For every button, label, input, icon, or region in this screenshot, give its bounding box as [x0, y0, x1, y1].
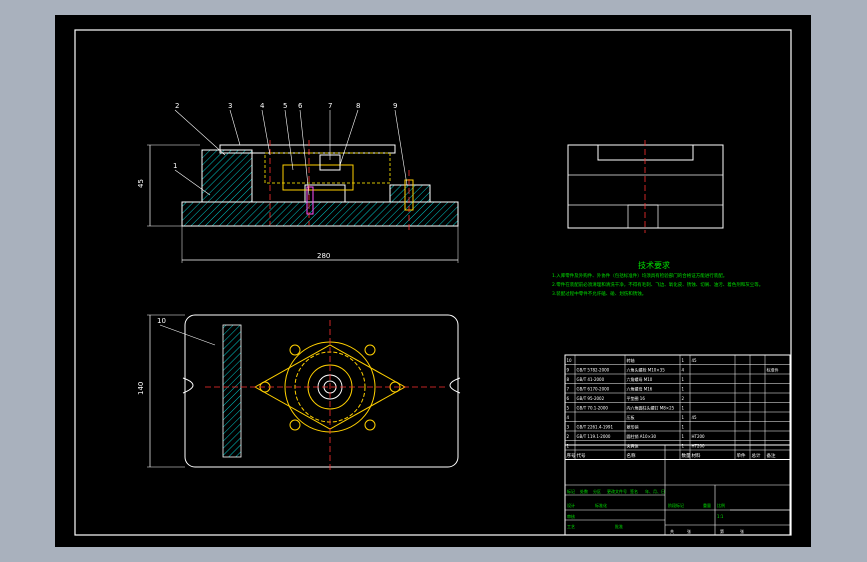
bom-header-cell: 备注: [767, 452, 776, 459]
dim-width: 140: [137, 382, 145, 395]
tb-label2-1: 标准化: [595, 502, 607, 508]
bom-cell-no: 3: [567, 425, 570, 430]
bom-cell-material: 45: [692, 415, 698, 420]
bom-cell-code: GB/T 70.1-2000: [577, 406, 609, 411]
tb-sheet-3: 张: [740, 528, 744, 534]
bom-cell-name: 内六角圆柱头螺钉 M8×25: [627, 405, 675, 411]
balloon-6: 6: [298, 102, 303, 110]
bom-cell-no: 6: [567, 396, 570, 401]
bom-header-cell: 材料: [692, 452, 701, 459]
bom-cell-no: 7: [567, 387, 570, 392]
balloon-2: 2: [175, 102, 179, 110]
bom-cell-qty: 1: [682, 387, 685, 392]
bom-cell-note: 标准件: [767, 367, 779, 373]
balloon-7: 7: [328, 102, 332, 110]
bom-cell-name: 六角螺母 M10: [627, 376, 653, 382]
tb-label-4: 签名: [630, 488, 638, 494]
tb-label3-0: 审核: [567, 513, 575, 519]
bom-header-cell: 总计: [752, 452, 761, 459]
bom-cell-no: 2: [567, 434, 570, 439]
front-view: 45 280: [137, 140, 459, 263]
bom-table: 10 转轴 1 459 GB/T 5782-2000 六角头螺栓 M10×35 4 标准件8 G…: [564, 354, 791, 460]
balloon-1: 1: [173, 162, 177, 170]
bom-cell-qty: 4: [682, 368, 685, 373]
dim-length: 280: [317, 252, 330, 260]
bom-cell-name: 六角螺母 M16: [627, 386, 653, 392]
bom-cell-name: 压板: [627, 414, 635, 420]
tb-label-2: 分区: [593, 488, 601, 494]
bom-cell-material: HT200: [692, 444, 706, 449]
bom-cell-material: HT200: [692, 434, 706, 439]
balloon-5: 5: [283, 102, 287, 110]
bom-cell-name: 六角头螺栓 M10×35: [627, 367, 666, 373]
bom-cell-no: 8: [567, 377, 570, 382]
bom-cell-no: 9: [567, 368, 570, 373]
side-view: [567, 140, 724, 233]
bom-cell-code: GB/T 6170-2000: [577, 387, 610, 392]
bom-cell-no: 1: [567, 444, 570, 449]
tb-label2-3: 重量: [703, 502, 711, 508]
bom-cell-qty: 1: [682, 406, 685, 411]
tb-sheet-2: 第: [720, 528, 724, 534]
balloon-3: 3: [228, 102, 232, 110]
bom-cell-material: 45: [692, 358, 698, 363]
tb-label-1: 处数: [580, 488, 588, 494]
tb-label2-2: 阶段标记: [668, 502, 684, 508]
bom-cell-qty: 2: [682, 396, 685, 401]
bom-cell-no: 4: [567, 415, 570, 420]
notes-line-3: 3.装配过程中零件不允许磕、碰、划伤和锈蚀。: [552, 290, 646, 297]
tb-label-5: 年、月、日: [645, 488, 665, 494]
top-view: 140: [137, 314, 461, 470]
bom-header-cell: 序号: [567, 452, 576, 459]
tb-label2-0: 设计: [567, 502, 575, 508]
balloon-8: 8: [356, 102, 360, 110]
bom-cell-code: GB/T 5782-2000: [577, 368, 610, 373]
bom-header-cell: 单件: [737, 452, 746, 459]
bom-cell-no: 10: [567, 358, 573, 363]
balloon-4: 4: [260, 102, 265, 110]
tb-sheet-0: 共: [670, 528, 674, 534]
bom-cell-code: GB/T 2261.4-1991: [577, 425, 614, 430]
bom-cell-name: 菱形销: [627, 424, 639, 430]
tb-sheet-1: 张: [687, 528, 691, 534]
tb-scale: 1:1: [717, 514, 724, 519]
bom-cell-code: GB/T 41-2000: [577, 377, 605, 382]
balloon-9: 9: [393, 102, 397, 110]
bom-cell-qty: 1: [682, 434, 685, 439]
tb-label3-1: 工艺: [567, 524, 575, 529]
bom-header-cell: 名称: [627, 452, 636, 459]
notes-title: 技术要求: [638, 260, 670, 270]
bom-header-cell: 数量: [682, 452, 691, 459]
bom-cell-code: GB/T 119.1-2000: [577, 434, 611, 439]
tb-label-0: 标记: [567, 488, 575, 494]
tb-label2-4: 比例: [717, 502, 725, 508]
bom-cell-name: 圆柱销 A10×30: [627, 433, 657, 439]
technical-notes: 技术要求 1.入库零件及外购件、外协件（包括标准件）均须具有检验部门的合格证方能…: [552, 260, 763, 297]
dim-height: 45: [137, 179, 145, 188]
notes-line-2: 2.零件在装配前必须清理和清洗干净，不得有毛刺、飞边、氧化皮、锈蚀、切屑、油污、…: [552, 281, 763, 288]
bom-cell-qty: 1: [682, 358, 685, 363]
bom-cell-name: 平垫圈 16: [627, 395, 646, 401]
balloon-10: 10: [157, 317, 166, 325]
drawing-sheet: 45 280 2 3 4 5 6 7 8 9 1 10 140 技术要求 1.入…: [55, 15, 811, 547]
bom-cell-qty: 1: [682, 425, 685, 430]
cad-drawing: 45 280 2 3 4 5 6 7 8 9 1 10 140 技术要求 1.入…: [74, 29, 792, 536]
bom-cell-code: GB/T 95-2002: [577, 396, 605, 401]
tb-label-3: 更改文件号: [607, 488, 627, 494]
bom-header-cell: 代号: [577, 452, 586, 459]
notes-line-1: 1.入库零件及外购件、外协件（包括标准件）均须具有检验部门的合格证方能进行装配。: [552, 272, 727, 279]
tb-label3-2: 批准: [615, 523, 623, 529]
bom-cell-qty: 1: [682, 444, 685, 449]
bom-cell-qty: 1: [682, 415, 685, 420]
bom-cell-no: 5: [567, 406, 570, 411]
bom-cell-name: 转轴: [627, 357, 635, 363]
bom-cell-qty: 1: [682, 377, 685, 382]
